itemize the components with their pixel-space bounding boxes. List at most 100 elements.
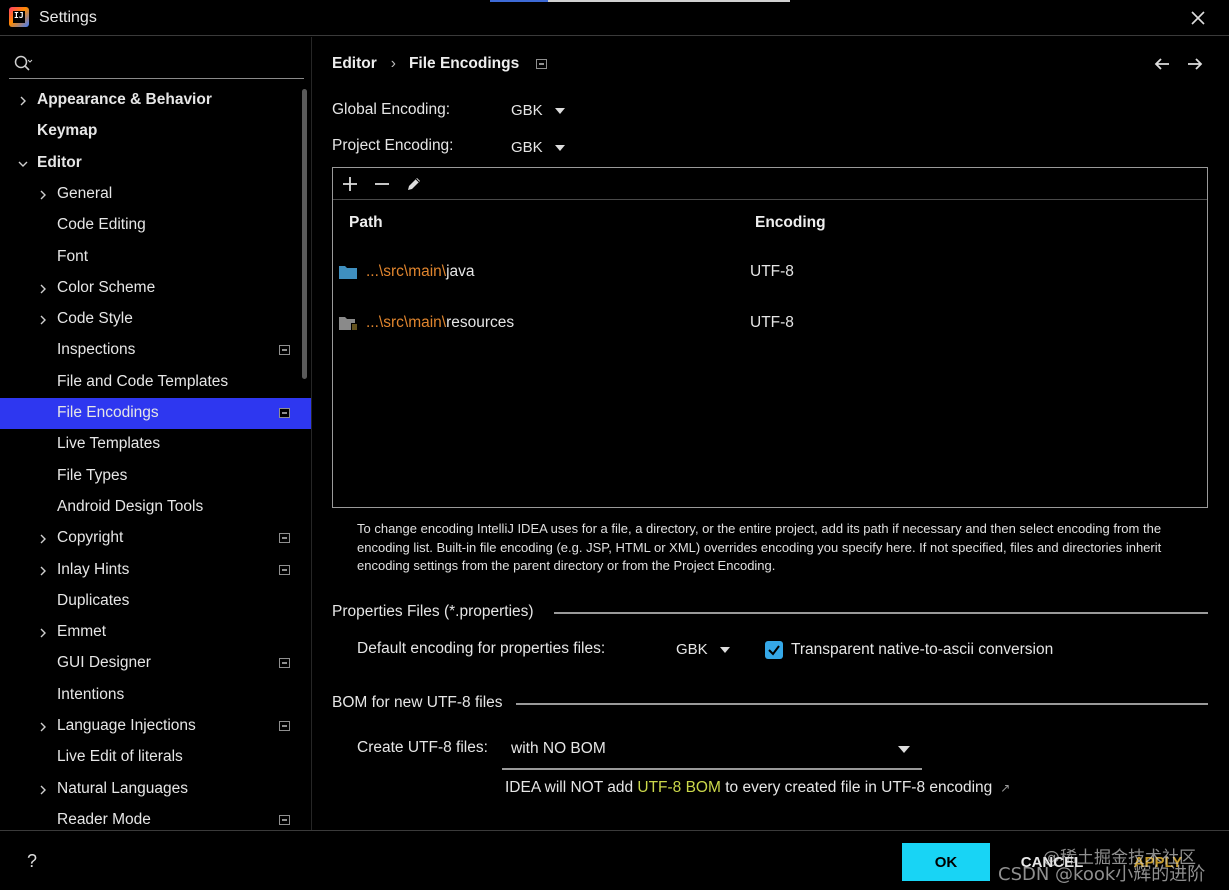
sidebar-item-live-edit-of-literals[interactable]: Live Edit of literals — [0, 742, 311, 773]
sidebar-item-label: Android Design Tools — [57, 498, 204, 515]
sidebar-item-gui-designer[interactable]: GUI Designer — [0, 648, 311, 679]
main-panel: Editor › File Encodings Global Encoding:… — [313, 37, 1229, 830]
sidebar-item-color-scheme[interactable]: Color Scheme — [0, 273, 311, 304]
sidebar-item-label: File Encodings — [57, 404, 159, 421]
sidebar-item-label: Keymap — [37, 122, 98, 139]
sidebar-item-emmet[interactable]: Emmet — [0, 617, 311, 648]
transparent-conversion-checkbox[interactable] — [765, 641, 783, 659]
sidebar-item-file-types[interactable]: File Types — [0, 461, 311, 492]
breadcrumb-separator: › — [390, 55, 396, 72]
chevron-right-icon[interactable] — [37, 189, 49, 201]
chevron-right-icon[interactable] — [37, 283, 49, 295]
remove-icon[interactable] — [371, 173, 393, 195]
sidebar-item-label: Inspections — [57, 341, 136, 358]
add-icon[interactable] — [339, 173, 361, 195]
chevron-down-icon — [554, 107, 565, 114]
search-box[interactable] — [9, 47, 304, 79]
sidebar-item-inlay-hints[interactable]: Inlay Hints — [0, 555, 311, 586]
section-divider — [554, 612, 1208, 614]
project-level-icon — [279, 565, 290, 575]
path-encoding-table: Path Encoding ...\src\main\java UTF-8 ..… — [332, 167, 1208, 508]
chevron-down-icon — [554, 144, 565, 151]
global-encoding-dropdown[interactable]: GBK — [511, 102, 565, 119]
properties-encoding-dropdown[interactable]: GBK — [676, 641, 730, 658]
column-header-path[interactable]: Path — [349, 214, 383, 232]
chevron-right-icon[interactable] — [37, 565, 49, 577]
encoding-cell[interactable]: UTF-8 — [750, 263, 794, 281]
project-level-icon — [279, 408, 290, 418]
encoding-cell[interactable]: UTF-8 — [750, 314, 794, 332]
project-level-icon — [536, 59, 548, 69]
sidebar-item-code-style[interactable]: Code Style — [0, 304, 311, 335]
breadcrumb-current: File Encodings — [408, 55, 520, 72]
chevron-right-icon[interactable] — [37, 627, 49, 639]
sidebar-item-label: File and Code Templates — [57, 373, 229, 390]
sidebar-item-label: General — [57, 185, 113, 202]
sidebar-item-intentions[interactable]: Intentions — [0, 680, 311, 711]
sidebar-item-label: Copyright — [57, 529, 124, 546]
bom-dropdown[interactable]: with NO BOM — [502, 730, 922, 770]
chevron-right-icon[interactable] — [37, 533, 49, 545]
sidebar-item-copyright[interactable]: Copyright — [0, 523, 311, 554]
dialog-footer: ? OK CANCEL APPLY @稀土掘金技术社区 CSDN @kook小辉… — [0, 830, 1229, 890]
global-encoding-value: GBK — [511, 102, 543, 119]
sidebar-item-android-design-tools[interactable]: Android Design Tools — [0, 492, 311, 523]
forward-arrow-icon[interactable] — [1184, 53, 1206, 75]
bom-section-title: BOM for new UTF-8 files — [332, 694, 503, 711]
breadcrumb-parent[interactable]: Editor — [332, 55, 377, 73]
global-encoding-label: Global Encoding: — [332, 101, 451, 118]
sidebar-item-live-templates[interactable]: Live Templates — [0, 429, 311, 460]
sidebar-item-appearance-behavior[interactable]: Appearance & Behavior — [0, 85, 311, 116]
sidebar-item-label: Language Injections — [57, 717, 196, 734]
external-link-icon[interactable]: ↗ — [1000, 781, 1010, 795]
sidebar-item-code-editing[interactable]: Code Editing — [0, 210, 311, 241]
project-level-icon — [279, 721, 290, 731]
transparent-conversion-label[interactable]: Transparent native-to-ascii conversion — [791, 641, 1053, 659]
breadcrumb: Editor › File Encodings — [332, 55, 548, 73]
edit-icon[interactable] — [403, 173, 425, 195]
close-icon[interactable] — [1186, 6, 1210, 30]
sidebar-item-inspections[interactable]: Inspections — [0, 335, 311, 366]
sidebar-item-language-injections[interactable]: Language Injections — [0, 711, 311, 742]
sidebar-item-editor[interactable]: Editor — [0, 148, 311, 179]
title-bar: IJ Settings — [0, 0, 1229, 36]
sidebar-item-duplicates[interactable]: Duplicates — [0, 586, 311, 617]
ok-button[interactable]: OK — [902, 843, 990, 881]
intellij-logo-icon: IJ — [9, 7, 29, 27]
chevron-right-icon[interactable] — [37, 721, 49, 733]
help-button[interactable]: ? — [27, 851, 37, 872]
table-row[interactable]: ...\src\main\resources UTF-8 — [333, 311, 1207, 341]
properties-section-title: Properties Files (*.properties) — [332, 603, 534, 620]
sidebar-item-label: Code Editing — [57, 216, 146, 233]
chevron-right-icon[interactable] — [37, 784, 49, 796]
project-level-icon — [279, 815, 290, 825]
project-level-icon — [279, 658, 290, 668]
bom-note-suffix: to every created file in UTF-8 encoding — [720, 779, 993, 796]
table-row[interactable]: ...\src\main\java UTF-8 — [333, 260, 1207, 290]
sidebar-item-natural-languages[interactable]: Natural Languages — [0, 774, 311, 805]
chevron-down-icon[interactable] — [17, 158, 29, 170]
sidebar-item-font[interactable]: Font — [0, 242, 311, 273]
sidebar-item-label: Editor — [37, 154, 82, 171]
resources-folder-icon — [339, 317, 357, 331]
sidebar-item-keymap[interactable]: Keymap — [0, 116, 311, 147]
project-encoding-value: GBK — [511, 139, 543, 156]
bom-note-highlight[interactable]: UTF-8 BOM — [637, 779, 721, 796]
sidebar-item-file-encodings[interactable]: File Encodings — [0, 398, 311, 429]
chevron-right-icon[interactable] — [17, 95, 29, 107]
back-arrow-icon[interactable] — [1151, 53, 1173, 75]
bom-note: IDEA will NOT add UTF-8 BOM to every cre… — [505, 779, 1010, 797]
column-header-encoding[interactable]: Encoding — [755, 214, 826, 232]
properties-default-encoding-label: Default encoding for properties files: — [357, 640, 606, 657]
sidebar-item-file-and-code-templates[interactable]: File and Code Templates — [0, 367, 311, 398]
top-progress-strip — [490, 0, 790, 2]
chevron-right-icon[interactable] — [37, 314, 49, 326]
sidebar-item-label: Live Edit of literals — [57, 748, 183, 765]
project-encoding-dropdown[interactable]: GBK — [511, 139, 565, 156]
search-input[interactable] — [41, 51, 296, 75]
sidebar-item-label: Code Style — [57, 310, 133, 327]
settings-sidebar: Appearance & Behavior Keymap Editor General… — [0, 37, 312, 830]
project-encoding-label: Project Encoding: — [332, 137, 454, 154]
sidebar-item-general[interactable]: General — [0, 179, 311, 210]
sidebar-scrollbar[interactable] — [302, 89, 307, 379]
